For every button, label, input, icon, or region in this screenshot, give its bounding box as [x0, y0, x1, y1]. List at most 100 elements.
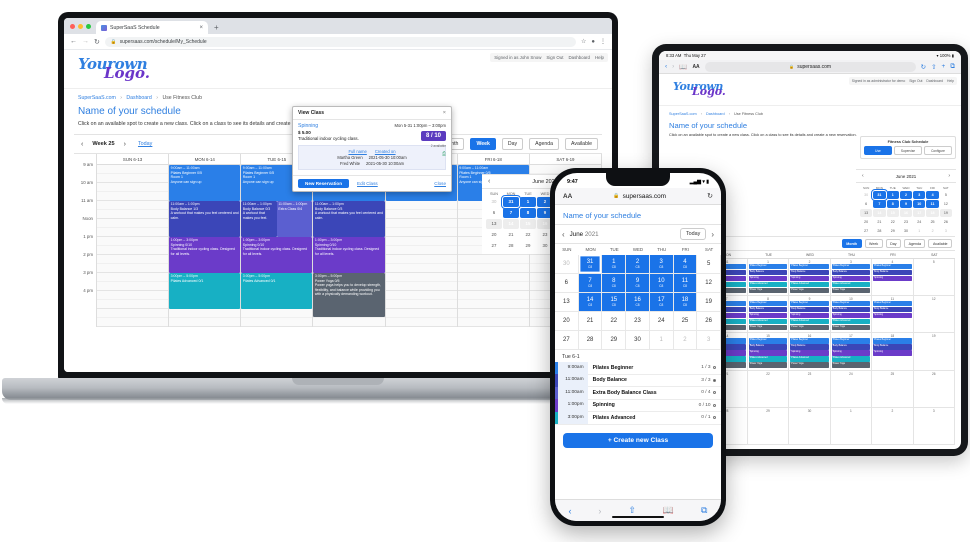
new-reservation-button[interactable]: New Reservation	[298, 179, 350, 188]
month-event-bar[interactable]: Pilates Advanced	[790, 356, 829, 362]
month-event-bar[interactable]: Pilates Advanced	[748, 319, 788, 325]
profile-avatar-icon[interactable]: ●	[591, 39, 595, 45]
reload-icon[interactable]: ↻	[94, 38, 100, 46]
day-cell[interactable]: 17 C8	[649, 293, 674, 312]
month-day-cell[interactable]: 25	[872, 370, 914, 408]
mini-day-cell[interactable]: 31	[871, 189, 888, 201]
mini-day-cell[interactable]: 27	[860, 227, 872, 235]
schedule-tab-configure[interactable]: Configure	[924, 146, 952, 155]
month-event-bar[interactable]: Power Yoga	[790, 325, 829, 331]
dashboard-link[interactable]: Dashboard	[926, 79, 943, 83]
mini-day-cell[interactable]: 29	[520, 241, 536, 251]
day-cell[interactable]: 15 C8	[602, 293, 627, 312]
day-body[interactable]	[97, 165, 169, 328]
day-body[interactable]: 9:00am – 11:00amPilates Beginner 0/5Room…	[169, 165, 241, 328]
month-day-cell[interactable]: 26	[913, 370, 955, 408]
month-event-bar[interactable]: Power Yoga	[748, 287, 788, 294]
month-event-bar[interactable]: Pilates Advanced	[831, 319, 871, 325]
month-event-bar[interactable]: Pilates Advanced	[790, 319, 829, 325]
month-event-bar[interactable]: Spinning	[831, 350, 871, 356]
month-day-cell[interactable]: 3	[913, 407, 955, 445]
mini-day-cell[interactable]: 9	[899, 200, 913, 208]
mini-day-cell[interactable]: 1	[913, 227, 925, 235]
calendar-event[interactable]: 3:00pm – 5:00pm Pilates Advanced 0/1	[241, 273, 313, 310]
list-item[interactable]: 1:00pm Spinning 0 / 10	[555, 399, 721, 412]
day-cell[interactable]: 12	[697, 274, 721, 293]
month-event-bar[interactable]: Power Yoga	[790, 362, 829, 368]
mini-day-cell[interactable]: 3	[913, 191, 926, 199]
mini-day-cell[interactable]: 22	[887, 218, 899, 226]
today-button[interactable]: Today	[138, 141, 152, 147]
breadcrumb-level2[interactable]: Dashboard	[126, 95, 151, 101]
reload-icon[interactable]: ↻	[707, 192, 713, 200]
minimize-window-icon[interactable]	[78, 23, 83, 29]
day-cell[interactable]: 16 C8	[626, 293, 650, 312]
address-bar[interactable]: 🔒 supersaas.com/schedule/My_Schedule	[104, 36, 576, 47]
prev-month-button[interactable]: ‹	[562, 230, 565, 239]
forward-icon[interactable]: →	[82, 38, 89, 45]
calendar-event[interactable]: 11:00am – 1:00pm Body Balance 0/3 A workou…	[313, 201, 385, 238]
mini-day-cell[interactable]: 26	[940, 218, 952, 226]
month-day-cell[interactable]: 2 Pilates Beginner Body Balance Spinning Pil…	[789, 259, 831, 297]
prev-week-button[interactable]: ‹	[78, 141, 86, 148]
bookmark-star-icon[interactable]: ☆	[581, 38, 586, 45]
bookmarks-icon[interactable]: 📖	[663, 505, 674, 516]
help-link[interactable]: Help	[947, 79, 954, 83]
month-event-bar[interactable]: Spinning	[790, 313, 829, 319]
mini-day-cell[interactable]: 18	[926, 209, 939, 217]
mini-day-cell[interactable]: 15	[520, 219, 536, 229]
month-event-bar[interactable]: Power Yoga	[748, 362, 788, 368]
tabs-icon[interactable]: ⧉	[950, 63, 955, 71]
month-day-cell[interactable]: 2	[872, 407, 914, 445]
list-item[interactable]: 9:00am Pilates Beginner 1 / 3	[555, 361, 721, 375]
mini-day-cell[interactable]: 4	[926, 191, 939, 199]
month-event-bar[interactable]: Body Balance	[748, 307, 788, 313]
month-event-bar[interactable]: Body Balance	[831, 344, 871, 350]
mini-day-cell[interactable]: 19	[939, 209, 952, 217]
day-cell[interactable]: 24	[649, 312, 674, 331]
month-event-bar[interactable]: Spinning	[831, 313, 871, 319]
dashboard-link[interactable]: Dashboard	[568, 55, 589, 60]
day-cell[interactable]: 14 C8	[578, 293, 603, 312]
month-event-bar[interactable]: Power Yoga	[831, 362, 871, 368]
print-icon[interactable]: ⎙	[442, 151, 446, 157]
text-size-button[interactable]: AA	[692, 64, 699, 70]
month-day-cell[interactable]: 22	[747, 370, 790, 408]
month-day-cell[interactable]: 5	[913, 259, 955, 297]
next-month-button[interactable]: ›	[711, 230, 714, 239]
list-item[interactable]: 11:00am Extra Body Balance Class 0 / 4	[555, 386, 721, 400]
calendar-event[interactable]: 3:00pm – 5:00pm Power Yoga 0/5 Power yoga …	[313, 273, 385, 318]
mini-day-cell[interactable]: 27	[486, 241, 502, 251]
close-tab-icon[interactable]: ×	[199, 25, 203, 31]
schedule-tab-supervise[interactable]: Supervise	[894, 146, 922, 155]
mini-prev-button[interactable]: ‹	[862, 173, 864, 179]
day-cell[interactable]: 30	[626, 331, 650, 350]
mini-day-cell[interactable]: 8	[886, 200, 899, 208]
mini-prev-button[interactable]: ‹	[488, 178, 490, 185]
window-controls[interactable]	[68, 18, 96, 34]
month-event-bar[interactable]: Pilates Advanced	[748, 356, 788, 362]
create-new-class-button[interactable]: + Create new Class	[563, 432, 713, 448]
sign-out-link[interactable]: Sign Out	[546, 55, 563, 60]
forward-icon[interactable]: ›	[598, 506, 601, 516]
month-day-cell[interactable]: 10 Pilates Beginner Body Balance Spinning Pi…	[830, 296, 873, 334]
day-cell[interactable]: 29	[602, 331, 627, 350]
mini-day-cell[interactable]: 2	[899, 191, 913, 199]
mini-day-cell[interactable]: 7	[873, 200, 886, 208]
mini-day-cell[interactable]: 3	[940, 227, 952, 235]
day-cell[interactable]: 31 C8	[578, 255, 603, 274]
mini-next-button[interactable]: ›	[948, 173, 950, 179]
month-event-bar[interactable]: Body Balance	[790, 269, 829, 276]
month-event-bar[interactable]: Body Balance	[748, 269, 788, 276]
back-icon[interactable]: ←	[70, 38, 77, 45]
view-button-available[interactable]: Available	[565, 138, 598, 151]
day-column[interactable]: MON 6-14 9:00am – 11:00am Pilates Beginner…	[169, 154, 242, 328]
month-event-bar[interactable]: Body Balance	[873, 344, 912, 350]
mini-day-cell[interactable]: 17	[913, 209, 926, 217]
month-day-cell[interactable]: 12	[913, 296, 955, 334]
mini-day-cell[interactable]: 20	[860, 218, 872, 226]
month-day-cell[interactable]: 17 Pilates Beginner Body Balance Spinning Pi…	[830, 333, 873, 371]
mini-day-cell[interactable]: 12	[940, 200, 952, 208]
maximize-window-icon[interactable]	[86, 23, 91, 29]
mini-day-cell[interactable]: 28	[503, 241, 519, 251]
